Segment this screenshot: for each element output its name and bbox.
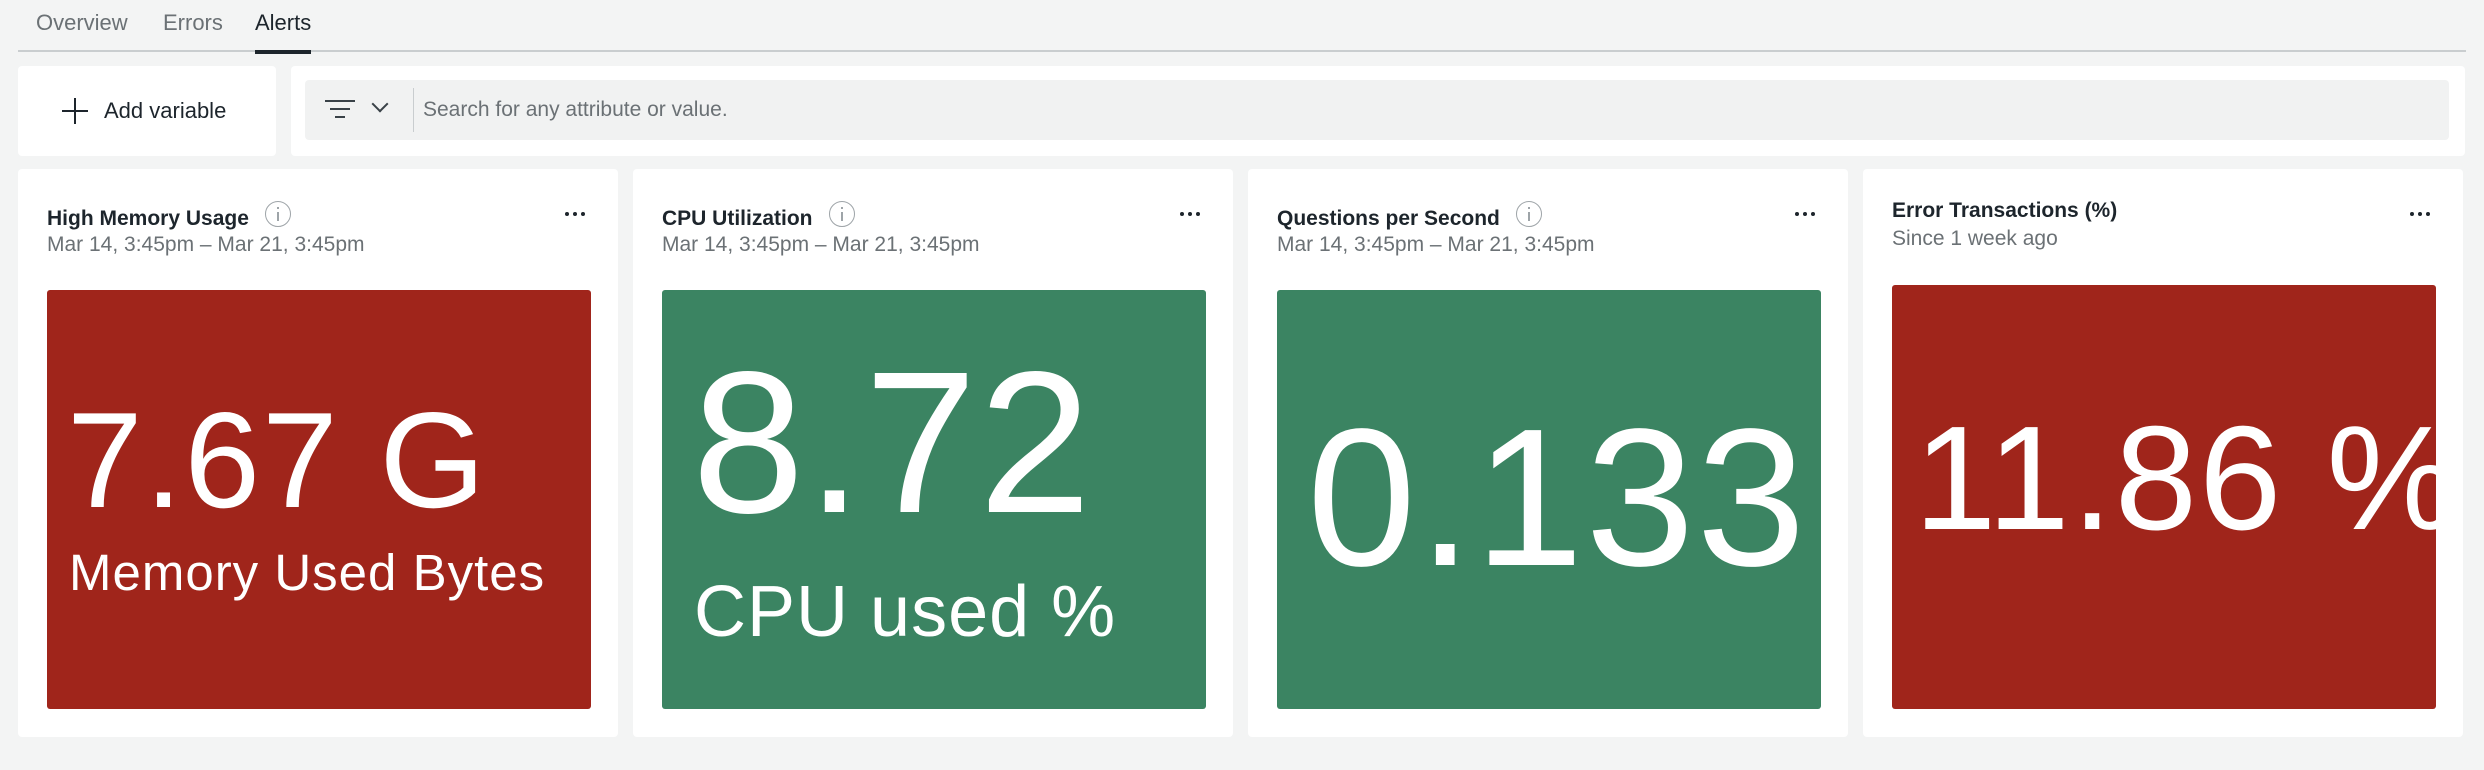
chevron-down-icon xyxy=(371,95,389,113)
widget-title: High Memory Usage xyxy=(47,207,249,230)
billboard-label: Memory Used Bytes xyxy=(69,544,546,601)
more-options-button[interactable] xyxy=(1792,209,1818,219)
info-icon[interactable] xyxy=(828,201,855,227)
tab-bar: Overview Errors Alerts xyxy=(18,0,2466,54)
widget-title-row: High Memory Usage xyxy=(47,199,291,231)
widget-title-row: Questions per Second xyxy=(1277,199,1542,231)
more-options-button[interactable] xyxy=(1177,209,1203,219)
widget-time-range: Since 1 week ago xyxy=(1892,227,2058,250)
widget-title-row: CPU Utilization xyxy=(662,199,855,231)
widget-title: Questions per Second xyxy=(1277,207,1500,230)
billboard-value: 7.67 G xyxy=(67,384,488,536)
more-options-button[interactable] xyxy=(2407,209,2433,219)
widget-card-qps: Questions per Second Mar 14, 3:45pm – Ma… xyxy=(1248,169,1848,737)
widget-time-range: Mar 14, 3:45pm – Mar 21, 3:45pm xyxy=(47,233,365,256)
widget-card-cpu: CPU Utilization Mar 14, 3:45pm – Mar 21,… xyxy=(633,169,1233,737)
filter-bar xyxy=(291,66,2465,156)
filter-dropdown-button[interactable] xyxy=(305,80,405,140)
widget-time-range: Mar 14, 3:45pm – Mar 21, 3:45pm xyxy=(1277,233,1595,256)
info-icon[interactable] xyxy=(1515,201,1542,227)
widget-card-error-transactions: Error Transactions (%) Since 1 week ago … xyxy=(1863,169,2463,737)
tab-overview[interactable]: Overview xyxy=(36,10,128,52)
widget-title: CPU Utilization xyxy=(662,207,813,230)
plus-icon xyxy=(60,96,90,126)
search-input[interactable] xyxy=(423,88,2433,132)
widget-time-range: Mar 14, 3:45pm – Mar 21, 3:45pm xyxy=(662,233,980,256)
filter-inner xyxy=(305,80,2449,140)
widget-card-memory: High Memory Usage Mar 14, 3:45pm – Mar 2… xyxy=(18,169,618,737)
billboard-ok[interactable]: 8.72 CPU used % xyxy=(662,290,1206,709)
more-options-button[interactable] xyxy=(562,209,588,219)
widget-title: Error Transactions (%) xyxy=(1892,199,2118,222)
billboard-value: 8.72 xyxy=(692,329,1094,555)
info-icon[interactable] xyxy=(264,201,291,227)
divider xyxy=(413,88,414,132)
add-variable-button[interactable]: Add variable xyxy=(18,66,276,156)
billboard-critical[interactable]: 7.67 G Memory Used Bytes xyxy=(47,290,591,709)
tab-errors[interactable]: Errors xyxy=(163,10,223,52)
filter-icon xyxy=(325,98,355,122)
billboard-critical[interactable]: 11.86 % xyxy=(1892,285,2458,709)
add-variable-label: Add variable xyxy=(104,98,227,123)
tab-alerts[interactable]: Alerts xyxy=(255,10,312,54)
billboard-value: 11.86 % xyxy=(1914,396,2461,561)
billboard-label: CPU used % xyxy=(694,572,1117,652)
billboard-value: 0.133 xyxy=(1307,388,1808,607)
billboard-ok[interactable]: 0.133 xyxy=(1277,290,1821,709)
